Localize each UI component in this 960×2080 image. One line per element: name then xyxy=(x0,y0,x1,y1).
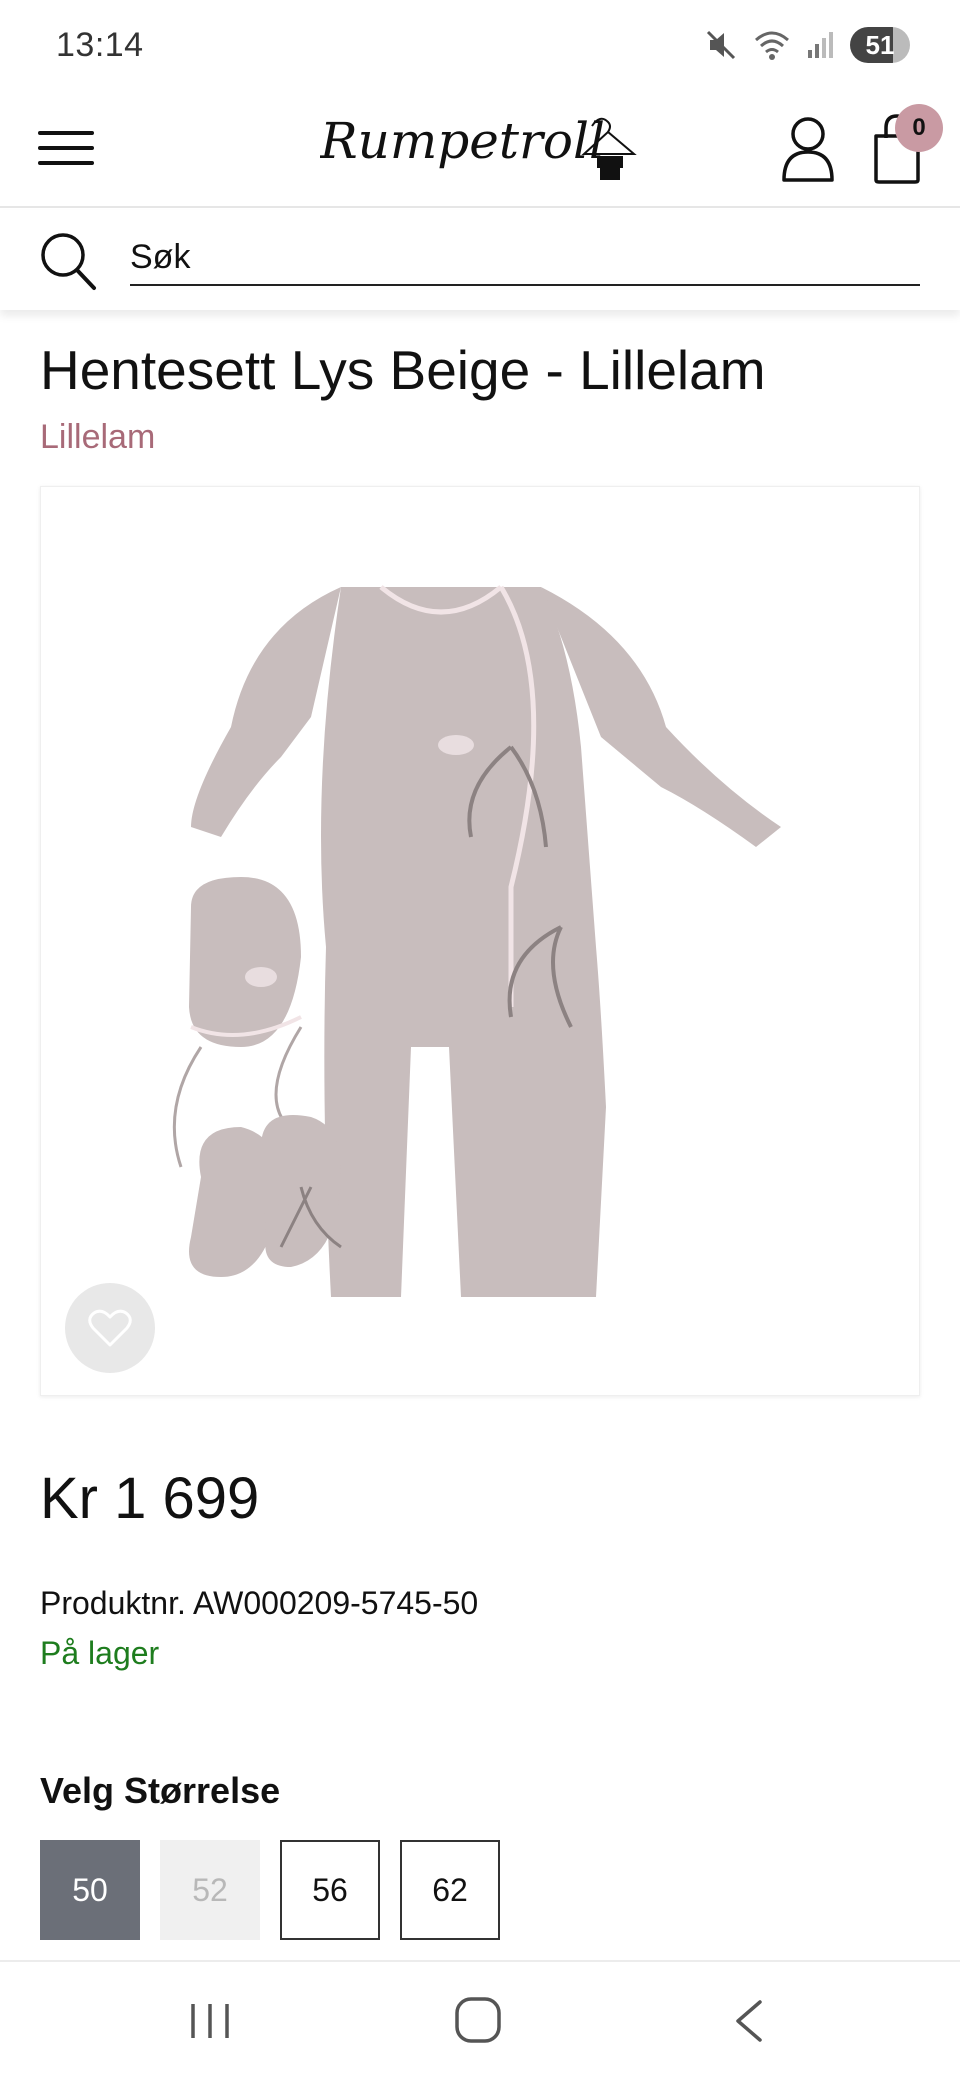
size-option-56[interactable]: 56 xyxy=(280,1840,380,1940)
product-sku: Produktnr. AW000209-5745-50 xyxy=(40,1585,479,1621)
system-nav-bar xyxy=(0,1960,960,2080)
product-image-card[interactable] xyxy=(40,486,920,1396)
product-title: Hentesett Lys Beige - Lillelam xyxy=(40,339,766,401)
account-icon[interactable] xyxy=(778,108,838,188)
brand-link[interactable]: Lillelam xyxy=(40,418,155,457)
wifi-icon xyxy=(755,31,789,60)
signal-icon xyxy=(808,32,833,58)
size-selector: 50 52 56 62 xyxy=(40,1840,500,1940)
site-header: Rumpetroll xyxy=(0,90,960,208)
status-bar: 13:14 51 xyxy=(0,0,960,90)
recent-apps-icon[interactable] xyxy=(185,1996,235,2046)
cart-count-badge: 0 xyxy=(895,104,943,152)
wishlist-button[interactable] xyxy=(65,1283,155,1373)
menu-button[interactable] xyxy=(38,118,94,178)
stock-status: På lager xyxy=(40,1635,160,1671)
logo-text: Rumpetroll xyxy=(320,112,605,170)
size-option-52: 52 xyxy=(160,1840,260,1940)
search-icon[interactable] xyxy=(38,230,98,292)
battery-icon: 51 xyxy=(850,27,910,63)
size-heading: Velg Størrelse xyxy=(40,1770,281,1811)
search-input[interactable] xyxy=(130,230,920,286)
size-option-50[interactable]: 50 xyxy=(40,1840,140,1940)
home-icon[interactable] xyxy=(452,1994,504,2046)
size-option-62[interactable]: 62 xyxy=(400,1840,500,1940)
menu-icon-bar xyxy=(38,131,94,135)
menu-icon-bar xyxy=(38,146,94,150)
product-image xyxy=(41,487,919,1395)
heart-icon xyxy=(88,1309,132,1347)
search-bar xyxy=(0,210,960,310)
status-time: 13:14 xyxy=(56,26,144,64)
menu-icon-bar xyxy=(38,161,94,165)
back-icon[interactable] xyxy=(728,1996,768,2046)
logo[interactable]: Rumpetroll xyxy=(320,96,650,196)
mute-icon xyxy=(706,30,736,60)
product-price: Kr 1 699 xyxy=(40,1466,260,1531)
status-icons: 51 xyxy=(704,26,910,64)
